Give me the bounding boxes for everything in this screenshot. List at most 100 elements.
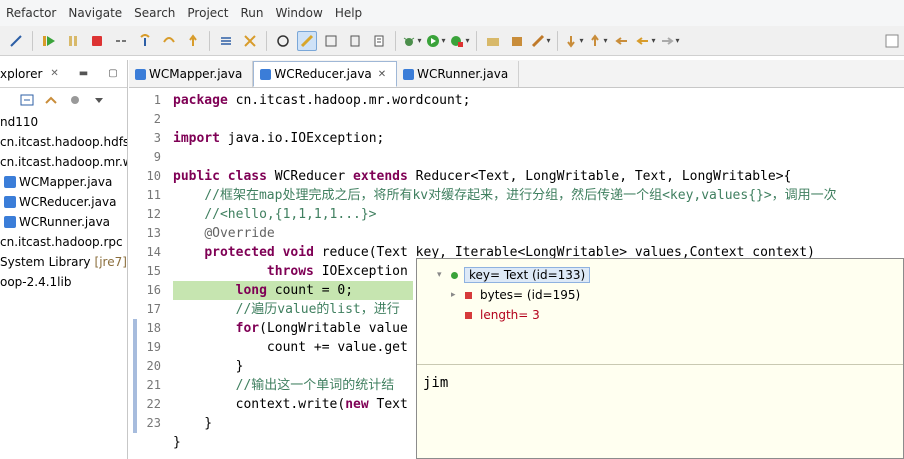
step-into-icon[interactable] — [135, 31, 155, 51]
expand-icon[interactable]: ▸ — [451, 290, 465, 300]
disconnect-icon[interactable] — [111, 31, 131, 51]
quick-access-icon[interactable] — [882, 31, 902, 51]
tree-item-label: System Library — [0, 255, 91, 269]
step-over-icon[interactable] — [159, 31, 179, 51]
line-number: 16 — [146, 283, 161, 297]
tree-item-label: WCRunner.java — [19, 215, 111, 229]
java-file-icon — [403, 68, 415, 80]
tab-label: WCRunner.java — [417, 67, 509, 81]
code-line: throws IOException — [266, 264, 408, 279]
code-line: package cn.itcast.hadoop.mr.wordcount; — [173, 93, 471, 108]
tree-item[interactable]: System Library [jre7] — [0, 252, 127, 272]
tab-wcreducer[interactable]: WCReducer.java ✕ — [253, 61, 398, 87]
menu-item-run[interactable]: Run — [240, 6, 263, 20]
line-gutter: 1 2 3 9 10 11 12 13 14 15 16 17 18 19 20 21 22 23 — [129, 89, 167, 459]
resume-icon[interactable] — [39, 31, 59, 51]
tree-item-label: oop-2.4.1lib — [0, 275, 72, 289]
show-whitespace-icon[interactable] — [345, 31, 365, 51]
menu-item-project[interactable]: Project — [187, 6, 228, 20]
java-file-icon — [4, 216, 16, 228]
menu-item-help[interactable]: Help — [335, 6, 362, 20]
code-line: count += value.get — [266, 340, 408, 355]
view-menu-icon[interactable] — [68, 94, 82, 106]
block-selection-icon[interactable] — [321, 31, 341, 51]
tree-item[interactable]: cn.itcast.hadoop.rpc — [0, 232, 127, 252]
tree-item[interactable]: nd110 — [0, 112, 127, 132]
variable-child-label: bytes= (id=195) — [480, 288, 581, 302]
tree-item[interactable]: cn.itcast.hadoop.hdfs — [0, 132, 127, 152]
menu-item-search[interactable]: Search — [134, 6, 175, 20]
show-source-icon[interactable] — [369, 31, 389, 51]
variable-child[interactable]: ▸ bytes= (id=195) — [417, 285, 903, 305]
code-line: long count = 0; — [173, 281, 413, 300]
tree-item-label: cn.itcast.hadoop.mr.w — [0, 155, 127, 169]
variable-root[interactable]: ▾ key= Text (id=133) — [417, 265, 903, 285]
close-icon[interactable]: ✕ — [50, 68, 58, 79]
line-number: 9 — [153, 150, 161, 164]
editor-tabs: WCMapper.java WCReducer.java ✕ WCRunner.jav… — [129, 60, 904, 88]
change-marker — [133, 395, 137, 414]
package-explorer-title: xplorer — [0, 66, 43, 81]
tree-item[interactable]: WCReducer.java — [0, 192, 127, 212]
change-marker — [133, 414, 137, 433]
forward-icon[interactable]: ▾ — [660, 31, 680, 51]
tree-item-label: cn.itcast.hadoop.rpc — [0, 235, 123, 249]
menu-item-refactor[interactable]: Refactor — [6, 6, 56, 20]
line-number: 13 — [146, 226, 161, 240]
explorer-tree: nd110 cn.itcast.hadoop.hdfs cn.itcast.hado… — [0, 112, 127, 292]
suspend-icon[interactable] — [63, 31, 83, 51]
run-icon[interactable]: ▾ — [426, 31, 446, 51]
toolbar-separator — [557, 30, 558, 51]
code-line: @Override — [204, 226, 275, 241]
variable-child[interactable]: length= 3 — [417, 305, 903, 325]
drop-to-frame-icon[interactable] — [216, 31, 236, 51]
toolbar-separator — [32, 30, 33, 51]
use-step-filters-icon[interactable] — [240, 31, 260, 51]
tab-wcmapper[interactable]: WCMapper.java — [129, 61, 254, 87]
variable-detail: jim — [423, 375, 449, 391]
debug-icon[interactable]: ▾ — [402, 31, 422, 51]
minimize-icon[interactable]: ▬ — [79, 68, 88, 79]
toggle-mark-occurrences-icon[interactable] — [297, 30, 317, 51]
run-external-tool-icon[interactable]: ▾ — [450, 31, 470, 51]
maximize-icon[interactable]: ▢ — [108, 68, 117, 79]
line-number: 11 — [146, 188, 161, 202]
open-type-icon[interactable] — [273, 31, 293, 51]
code-line: } — [173, 435, 181, 450]
toolbar-separator — [266, 30, 267, 51]
collapse-all-icon[interactable] — [20, 94, 34, 106]
previous-annotation-icon[interactable]: ▾ — [588, 31, 608, 51]
tree-item[interactable]: WCMapper.java — [0, 172, 127, 192]
chevron-down-icon[interactable] — [92, 94, 106, 106]
back-icon[interactable]: ▾ — [636, 31, 656, 51]
variable-child-label: length= 3 — [480, 308, 540, 322]
last-edit-location-icon[interactable] — [612, 31, 632, 51]
explorer-toolbar — [0, 88, 127, 112]
toolbar-separator — [395, 30, 396, 51]
new-java-project-icon[interactable] — [483, 31, 503, 51]
step-return-icon[interactable] — [183, 31, 203, 51]
code-line: context.write(new Text — [235, 397, 408, 412]
terminate-icon[interactable] — [87, 31, 107, 51]
java-file-icon — [135, 68, 146, 80]
tab-wcrunner[interactable]: WCRunner.java — [397, 61, 520, 87]
next-annotation-icon[interactable]: ▾ — [564, 31, 584, 51]
code-line: } — [173, 359, 244, 374]
open-task-icon[interactable]: ▾ — [531, 31, 551, 51]
link-with-editor-icon[interactable] — [44, 94, 58, 106]
tree-item[interactable]: WCRunner.java — [0, 212, 127, 232]
menu-item-navigate[interactable]: Navigate — [68, 6, 122, 20]
tree-item[interactable]: oop-2.4.1lib — [0, 272, 127, 292]
collapse-icon[interactable]: ▾ — [437, 270, 451, 280]
toolbar: ▾ ▾ ▾ ▾ ▾ ▾ ▾ ▾ — [0, 26, 904, 56]
change-marker — [133, 357, 137, 376]
close-tab-icon[interactable]: ✕ — [378, 69, 386, 80]
variable-root-label: key= Text (id=133) — [464, 267, 591, 283]
menu-item-window[interactable]: Window — [275, 6, 322, 20]
tree-item-label: cn.itcast.hadoop.hdfs — [0, 135, 127, 149]
skip-breakpoints-icon[interactable] — [6, 31, 26, 51]
package-explorer-tab[interactable]: xplorer ✕ ▬ ▢ — [0, 60, 127, 88]
tree-item[interactable]: cn.itcast.hadoop.mr.w — [0, 152, 127, 172]
private-field-icon — [465, 311, 472, 319]
new-package-icon[interactable] — [507, 31, 527, 51]
